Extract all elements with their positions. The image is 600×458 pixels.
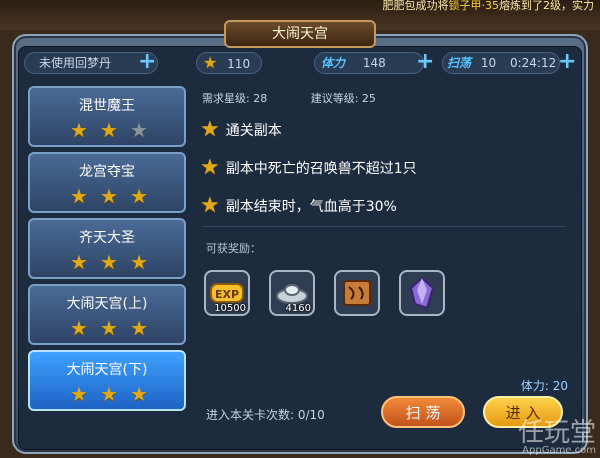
condition-1: ★ 通关副本 [200, 117, 282, 142]
stage-name: 大闹天宫(下) [66, 362, 148, 378]
reward-item[interactable]: 4160 [269, 270, 315, 316]
stage-name: 齐天大圣 [79, 230, 135, 246]
condition-2: ★ 副本中死亡的召唤兽不超过1只 [200, 155, 417, 180]
dream-pill-label: 未使用回梦丹 [39, 56, 112, 70]
star-icon: ★ [70, 118, 88, 142]
reward-item[interactable]: EXP 10500 [204, 270, 250, 316]
stage-name: 龙宫夺宝 [79, 164, 135, 180]
stamina-bar: 体力 148 [314, 52, 424, 74]
stage-name: 混世魔王 [79, 98, 135, 114]
window-title: 大闹天宫 [224, 20, 376, 48]
star-icon: ★ [130, 382, 148, 406]
reward-list: EXP 10500 4160 [204, 270, 464, 316]
purple-crystal-icon [409, 276, 435, 310]
stamina-cost: 体力: 20 [520, 379, 568, 393]
sweep-label: 扫荡 [447, 56, 472, 70]
sweep-count: 10 [480, 56, 497, 70]
stage-stars: ★ ★ ★ [70, 120, 148, 140]
stamina-label: 体力 [321, 56, 346, 70]
star-empty-icon: ★ [130, 118, 148, 142]
stage-stars: ★ ★ ★ [70, 186, 148, 206]
star-icon: ★ [70, 316, 88, 340]
treasure-map-icon [343, 280, 371, 306]
add-sweep-icon[interactable]: + [558, 51, 576, 73]
watermark: 任玩堂 AppGame.com [517, 418, 596, 456]
stage-list: 混世魔王 ★ ★ ★ 龙宫夺宝 ★ ★ ★ 齐天大圣 ★ ★ ★ 大闹天宫(上)… [28, 86, 186, 416]
star-icon: ★ [200, 193, 220, 218]
gold-star-icon: ★ [203, 53, 218, 72]
stage-stars: ★ ★ ★ [70, 318, 148, 338]
system-ticker: 肥肥包成功将锁子甲·35熔炼到了2级，实力 [382, 0, 595, 12]
reward-count: 10500 [214, 303, 246, 314]
star-icon: ★ [100, 250, 118, 274]
gold-value: 110 [227, 57, 251, 71]
entry-count: 进入本关卡次数: 0/10 [206, 408, 325, 422]
stage-item-selected[interactable]: 大闹天宫(下) ★ ★ ★ [28, 350, 186, 411]
star-icon: ★ [100, 382, 118, 406]
star-icon: ★ [100, 316, 118, 340]
stage-item[interactable]: 龙宫夺宝 ★ ★ ★ [28, 152, 186, 213]
requirements: 需求星级: 28 建议等级: 25 [202, 90, 416, 106]
star-icon: ★ [100, 118, 118, 142]
suggested-level: 建议等级: 25 [310, 92, 376, 105]
stage-detail: 需求星级: 28 建议等级: 25 ★ 通关副本 ★ 副本中死亡的召唤兽不超过1… [196, 86, 576, 446]
stage-name: 大闹天宫(上) [66, 296, 148, 312]
add-stamina-icon[interactable]: + [416, 51, 434, 73]
sweep-bar: 扫荡 10 0:24:12 [442, 52, 560, 74]
stage-item[interactable]: 大闹天宫(上) ★ ★ ★ [28, 284, 186, 345]
stamina-value: 148 [362, 56, 386, 70]
divider [202, 226, 566, 227]
star-icon: ★ [70, 184, 88, 208]
star-icon: ★ [130, 250, 148, 274]
condition-3: ★ 副本结束时，气血高于30% [200, 193, 397, 218]
reward-item[interactable] [399, 270, 445, 316]
star-icon: ★ [70, 382, 88, 406]
star-icon: ★ [200, 117, 220, 142]
stage-stars: ★ ★ ★ [70, 384, 148, 404]
sweep-button[interactable]: 扫 荡 [381, 396, 465, 428]
gold-bar: ★ 110 [196, 52, 262, 74]
star-icon: ★ [200, 155, 220, 180]
stage-stars: ★ ★ ★ [70, 252, 148, 272]
star-icon: ★ [100, 184, 118, 208]
star-icon: ★ [70, 250, 88, 274]
svg-text:EXP: EXP [215, 288, 239, 301]
stage-item[interactable]: 混世魔王 ★ ★ ★ [28, 86, 186, 147]
reward-title: 可获奖励： [206, 242, 261, 255]
reward-item[interactable] [334, 270, 380, 316]
required-stars: 需求星级: 28 [202, 92, 268, 105]
star-icon: ★ [130, 316, 148, 340]
reward-count: 4160 [285, 303, 311, 314]
add-dream-pill-icon[interactable]: + [138, 51, 156, 73]
sweep-timer: 0:24:12 [509, 56, 557, 70]
stage-item[interactable]: 齐天大圣 ★ ★ ★ [28, 218, 186, 279]
star-icon: ★ [130, 184, 148, 208]
